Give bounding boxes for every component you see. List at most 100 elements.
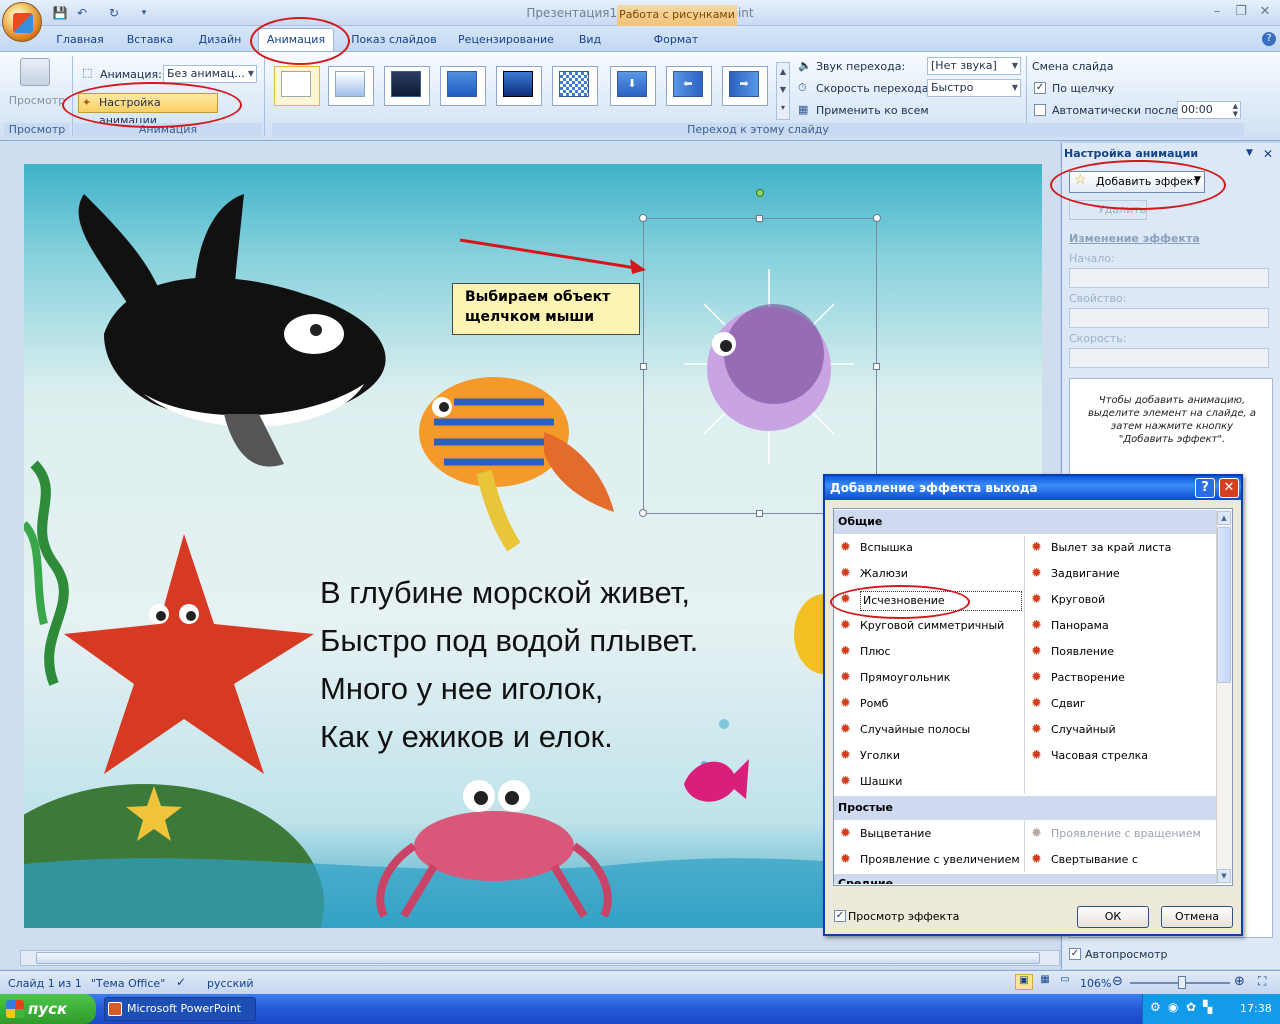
tab-view[interactable]: Вид [568, 31, 612, 51]
resize-handle[interactable] [640, 363, 647, 370]
tab-animation[interactable]: Анимация [258, 28, 334, 52]
ok-button[interactable]: ОК [1077, 906, 1149, 928]
effect-item-disabled[interactable]: ✹ Проявление с вращением [1025, 825, 1215, 843]
transition-cut-black-thumb[interactable] [496, 66, 542, 106]
office-button[interactable] [2, 2, 42, 42]
tray-network-icon[interactable]: ⚙ [1150, 1000, 1161, 1014]
effect-item[interactable]: ✹ Появление [1025, 643, 1215, 669]
dialog-close-button[interactable]: ✕ [1219, 478, 1239, 498]
save-icon[interactable]: 💾 [52, 5, 68, 21]
tray-language-icon[interactable]: ▚ [1203, 1000, 1212, 1014]
tray-antivirus-icon[interactable]: ◉ [1168, 1000, 1178, 1014]
preview-effect-checkbox[interactable]: ✓ [834, 910, 846, 922]
transition-fade-black-thumb[interactable] [384, 66, 430, 106]
help-icon[interactable]: ? [1262, 32, 1276, 46]
apply-all-button[interactable]: Применить ко всем [816, 104, 929, 117]
close-icon[interactable]: ✕ [1254, 4, 1276, 20]
transition-wipe-down-thumb[interactable]: ⬇ [610, 66, 656, 106]
tab-insert[interactable]: Вставка [118, 31, 182, 51]
effect-item[interactable]: ✹ Часовая стрелка [1025, 747, 1215, 773]
transition-sound-dropdown[interactable]: [Нет звука] ▼ [927, 57, 1021, 75]
effect-item[interactable]: ✹ Ромб [834, 695, 1024, 721]
effect-item[interactable]: ✹ Сдвиг [1025, 695, 1215, 721]
transition-dissolve-thumb[interactable] [552, 66, 598, 106]
add-effect-button[interactable]: Добавить эффект [1069, 171, 1205, 193]
redo-icon[interactable]: ↻ [106, 5, 122, 21]
scroll-thumb[interactable] [1217, 527, 1231, 683]
effect-item[interactable]: ✹ Круговой симметричный [834, 617, 1024, 643]
effect-item[interactable]: ✹ Растворение [1025, 669, 1215, 695]
tray-messenger-icon[interactable]: ✿ [1186, 1000, 1196, 1014]
fit-slide-icon[interactable]: ⛶ [1258, 974, 1266, 989]
maximize-icon[interactable]: ❐ [1230, 4, 1252, 20]
pane-menu-icon[interactable]: ▼ [1246, 148, 1253, 158]
start-dropdown[interactable] [1069, 268, 1269, 288]
resize-handle[interactable] [756, 215, 763, 222]
zoom-in-icon[interactable]: ⊕ [1234, 974, 1245, 989]
resize-handle[interactable] [873, 363, 880, 370]
starfish-image[interactable] [64, 524, 324, 784]
transition-speed-dropdown[interactable]: Быстро ▼ [927, 79, 1021, 97]
on-click-checkbox[interactable]: ✓ [1034, 82, 1046, 94]
custom-animation-button[interactable]: Настройка анимации [78, 93, 218, 127]
preview-button[interactable]: Просмотр [8, 94, 66, 107]
property-dropdown[interactable] [1069, 308, 1269, 328]
taskbar-app-powerpoint[interactable]: Microsoft PowerPoint ... [104, 997, 256, 1021]
transition-fade-thumb[interactable] [328, 66, 374, 106]
resize-handle[interactable] [639, 509, 647, 517]
angelfish-image[interactable] [404, 362, 644, 562]
effect-item[interactable]: ✹ Вспышка [834, 539, 1024, 565]
resize-handle[interactable] [639, 214, 647, 222]
effect-item[interactable]: ✹Свертывание с исчезновением [1025, 851, 1215, 884]
effect-item[interactable]: ✹ Случайные полосы [834, 721, 1024, 747]
auto-after-spinner[interactable]: 00:00 ▲ ▼ [1177, 101, 1241, 119]
orca-image[interactable] [44, 184, 404, 484]
zoom-slider-thumb[interactable] [1178, 976, 1186, 989]
undo-icon[interactable]: ↶ [74, 5, 90, 21]
effect-item[interactable]: ✹ Случайный [1025, 721, 1215, 747]
minimize-icon[interactable]: – [1206, 4, 1228, 20]
effect-item[interactable]: ✹ Уголки [834, 747, 1024, 773]
animation-dropdown[interactable]: Без анимац... ▼ [163, 65, 257, 83]
slide-sorter-icon[interactable]: ▦ [1036, 974, 1054, 990]
rotate-handle[interactable] [756, 189, 764, 197]
normal-view-icon[interactable]: ▣ [1015, 974, 1033, 990]
tab-design[interactable]: Дизайн [190, 31, 250, 51]
tab-home[interactable]: Главная [50, 31, 110, 51]
transition-none-thumb[interactable] [274, 66, 320, 106]
effect-item[interactable]: ✹ Прямоугольник [834, 669, 1024, 695]
cancel-button[interactable]: Отмена [1161, 906, 1233, 928]
effect-item-selected[interactable]: ✹ Исчезновение [834, 591, 1024, 617]
effect-item[interactable]: ✹ Задвигание [1025, 565, 1215, 591]
pane-close-icon[interactable]: ✕ [1263, 147, 1273, 161]
tab-format[interactable]: Формат [640, 31, 712, 51]
transition-cut-thumb[interactable] [440, 66, 486, 106]
zoom-out-icon[interactable]: ⊖ [1112, 974, 1123, 989]
spellcheck-icon[interactable]: ✓ [176, 975, 186, 989]
gallery-scroll[interactable]: ▲ ▼ ▾ [776, 62, 790, 120]
transition-wipe-right-thumb[interactable]: ➡ [722, 66, 768, 106]
resize-handle[interactable] [756, 510, 763, 517]
effect-item[interactable]: ✹ Жалюзи [834, 565, 1024, 591]
effect-item[interactable]: ✹ Плюс [834, 643, 1024, 669]
qat-customize-icon[interactable]: ▾ [136, 5, 152, 21]
crab-image[interactable] [364, 776, 624, 926]
transition-wipe-left-thumb[interactable]: ⬅ [666, 66, 712, 106]
autopreview-checkbox[interactable]: ✓ [1069, 948, 1081, 960]
speed-dropdown[interactable] [1069, 348, 1269, 368]
effect-item[interactable]: ✹ Панорама [1025, 617, 1215, 643]
effect-item[interactable]: ✹ Вылет за край листа [1025, 539, 1215, 565]
effect-item[interactable]: ✹ Круговой [1025, 591, 1215, 617]
effect-item[interactable]: ✹ Выцветание [834, 825, 1024, 843]
resize-handle[interactable] [873, 214, 881, 222]
dialog-help-button[interactable]: ? [1195, 478, 1215, 498]
scroll-up-icon[interactable]: ▲ [1217, 511, 1231, 525]
scrollbar-thumb[interactable] [36, 952, 1040, 964]
remove-effect-button[interactable]: Удалить [1069, 200, 1147, 220]
tab-slideshow[interactable]: Показ слайдов [344, 31, 444, 51]
tab-review[interactable]: Рецензирование [450, 31, 562, 51]
slideshow-icon[interactable]: ▭ [1056, 974, 1074, 990]
scroll-down-icon[interactable]: ▼ [1217, 869, 1231, 883]
auto-after-checkbox[interactable] [1034, 104, 1046, 116]
effect-item[interactable]: ✹ Проявление с увеличением [834, 851, 1024, 869]
